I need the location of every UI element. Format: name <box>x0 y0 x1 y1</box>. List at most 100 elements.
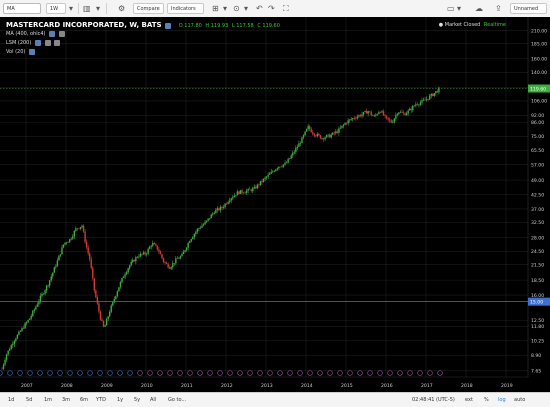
interval-dropdown[interactable]: 1W <box>46 3 66 14</box>
layout-name: Unnamed <box>514 6 539 12</box>
goto-button[interactable]: Go to... <box>168 396 186 404</box>
candle-body <box>196 228 199 232</box>
settings-icon[interactable] <box>44 39 51 46</box>
range-all[interactable]: All <box>150 396 156 404</box>
candle-style-icon[interactable]: ▥ <box>83 3 91 14</box>
compare-label: Compare <box>137 6 160 12</box>
candle-body <box>295 148 297 152</box>
range-3m[interactable]: 3m <box>62 396 70 404</box>
layout-name-button[interactable]: Unnamed <box>510 3 547 14</box>
candle-body <box>238 191 240 194</box>
candle-body <box>208 218 211 219</box>
candle-body <box>84 231 86 243</box>
candle-body <box>198 228 200 229</box>
eye-icon[interactable] <box>34 39 41 46</box>
indicator-row-vol[interactable]: Vol (20) <box>6 48 282 57</box>
event-marker <box>7 370 13 376</box>
range-1d[interactable]: 1d <box>8 396 14 404</box>
indicator-row-lsm[interactable]: LSM (200) <box>6 39 282 48</box>
chevron-down-icon[interactable]: ▾ <box>223 3 227 14</box>
candle-body <box>355 118 357 119</box>
symbol-input[interactable]: MA <box>3 3 41 14</box>
candle-body <box>202 224 205 226</box>
scale-log-toggle[interactable]: log <box>498 396 506 404</box>
candle-body <box>195 231 197 235</box>
redo-icon[interactable]: ↷ <box>268 3 275 14</box>
fullscreen-icon[interactable]: ⛶ <box>283 3 289 14</box>
candle-body <box>18 331 20 335</box>
event-marker <box>287 370 293 376</box>
candle-body <box>224 203 226 208</box>
candle-body <box>302 135 305 138</box>
candle-body <box>27 319 29 323</box>
compare-button[interactable]: Compare <box>133 3 164 14</box>
event-marker <box>197 370 203 376</box>
candle-body <box>338 128 340 133</box>
range-1y[interactable]: 1y <box>117 396 123 404</box>
price-chart[interactable]: 7.658.9010.2511.8012.5015.0016.0018.5021… <box>0 17 550 392</box>
indicator-row-ma[interactable]: MA (400, ohlc4) <box>6 30 282 39</box>
range-5y[interactable]: 5y <box>134 396 140 404</box>
range-5d[interactable]: 5d <box>26 396 32 404</box>
candle-body <box>362 111 365 115</box>
candle-body <box>375 114 377 116</box>
settings-icon[interactable]: ⚙ <box>118 3 125 14</box>
candle-body <box>32 310 34 316</box>
candle-body <box>185 247 188 251</box>
ohlc-values: O 117.80 H 119.93 L 117.58 C 119.60 <box>179 23 282 29</box>
settings-icon[interactable] <box>58 30 65 37</box>
undo-icon[interactable]: ↶ <box>256 3 263 14</box>
candle-body <box>218 208 220 211</box>
toolbar-divider <box>106 3 107 14</box>
y-tick-label: 8.90 <box>531 353 541 359</box>
chevron-down-icon[interactable]: ▾ <box>69 3 73 14</box>
candle-body <box>15 338 17 342</box>
event-marker <box>207 370 213 376</box>
candle-body <box>212 213 214 215</box>
event-marker <box>27 370 33 376</box>
chevron-down-icon[interactable]: ▾ <box>244 3 248 14</box>
chevron-down-icon[interactable]: ▾ <box>457 3 461 14</box>
candle-body <box>348 119 351 121</box>
candle-body <box>102 320 105 327</box>
settings-icon[interactable] <box>165 22 172 29</box>
x-tick-label: 2007 <box>21 383 33 389</box>
range-6m[interactable]: 6m <box>80 396 88 404</box>
candle-body <box>235 195 237 196</box>
candle-body <box>75 228 77 231</box>
scale-auto-toggle[interactable]: auto <box>514 396 525 404</box>
close-icon[interactable] <box>54 39 61 46</box>
eye-icon[interactable] <box>49 30 56 37</box>
candle-body <box>298 143 300 147</box>
layout-icon[interactable]: ▭ <box>447 3 455 14</box>
candle-body <box>167 263 169 268</box>
range-1m[interactable]: 1m <box>44 396 52 404</box>
candle-body <box>188 241 191 244</box>
upload-icon[interactable]: ⇪ <box>495 3 502 14</box>
eye-icon[interactable] <box>28 48 35 55</box>
scale-percent-toggle[interactable]: % <box>484 396 489 404</box>
candle-body <box>379 112 382 113</box>
candle-body <box>5 354 8 360</box>
event-marker <box>187 370 193 376</box>
candle-body <box>241 190 243 193</box>
cloud-icon[interactable]: ☁ <box>475 3 483 14</box>
candle-body <box>392 122 394 123</box>
scale-ext-toggle[interactable]: ext <box>465 396 473 404</box>
event-marker <box>427 370 433 376</box>
candle-body <box>272 171 274 173</box>
y-tick-label: 92.00 <box>531 113 544 119</box>
candle-body <box>22 327 25 329</box>
chevron-down-icon[interactable]: ▾ <box>96 3 100 14</box>
candle-body <box>413 105 416 107</box>
candle-body <box>356 116 359 119</box>
indicators-button[interactable]: Indicators <box>167 3 204 14</box>
candle-body <box>104 325 106 327</box>
candle-body <box>436 91 439 93</box>
templates-icon[interactable]: ⊞ <box>212 3 219 14</box>
chart-canvas[interactable]: 7.658.9010.2511.8012.5015.0016.0018.5021… <box>0 17 550 392</box>
range-ytd[interactable]: YTD <box>96 396 106 404</box>
indicator-label: LSM (200) <box>6 40 32 46</box>
alert-icon[interactable]: ⊙ <box>233 3 240 14</box>
candle-body <box>56 260 59 267</box>
